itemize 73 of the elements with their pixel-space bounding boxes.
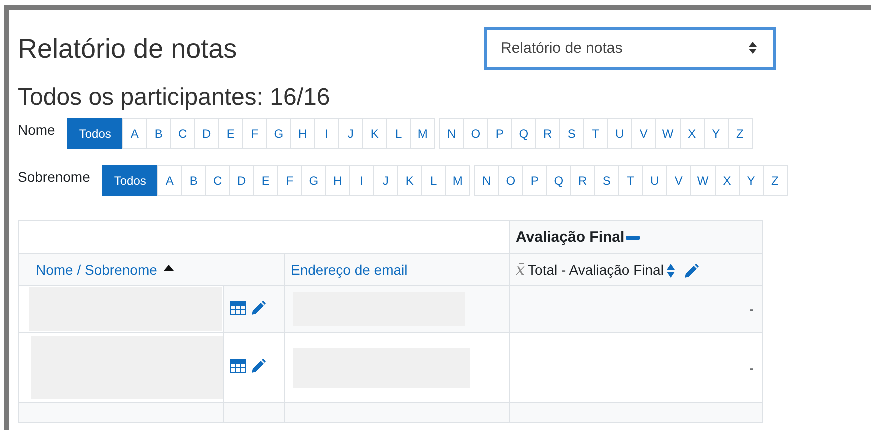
initial-filter-button[interactable]: T: [618, 165, 644, 196]
initial-filter-button[interactable]: S: [559, 118, 584, 149]
initial-filter-button[interactable]: D: [229, 165, 254, 196]
initial-filter-button[interactable]: H: [290, 118, 316, 149]
initial-filter-button[interactable]: I: [349, 165, 374, 196]
page-title: Relatório de notas: [18, 34, 238, 64]
table-icon[interactable]: [230, 300, 246, 314]
pencil-icon[interactable]: [252, 359, 266, 373]
initial-filter-button[interactable]: O: [463, 118, 488, 149]
initial-filter-button[interactable]: M: [410, 118, 436, 149]
grade-cell: -: [749, 360, 754, 376]
initial-filter-button[interactable]: K: [397, 165, 422, 196]
initial-filter-button[interactable]: B: [181, 165, 206, 196]
report-select[interactable]: Relatório de notas: [484, 26, 776, 70]
initial-filter-button[interactable]: L: [421, 165, 446, 196]
initial-filter-button[interactable]: E: [218, 118, 244, 149]
initial-filter-button[interactable]: C: [170, 118, 196, 149]
initial-filter-button[interactable]: G: [266, 118, 292, 149]
initial-filter-button[interactable]: P: [522, 165, 548, 196]
initial-filter-button[interactable]: Z: [728, 118, 753, 149]
sort-up-icon: [164, 264, 174, 270]
initial-filter-button[interactable]: G: [301, 165, 326, 196]
mean-symbol: x̄: [516, 260, 526, 279]
updown-caret-icon: [749, 42, 757, 54]
initial-filter-button[interactable]: U: [607, 118, 632, 149]
initial-filter-button[interactable]: Q: [511, 118, 536, 149]
grade-item-heading: Total - Avaliação Final: [528, 262, 664, 278]
initial-filter-button[interactable]: L: [386, 118, 412, 149]
participants-heading: Todos os participantes: 16/16: [18, 84, 332, 112]
initial-filter-button[interactable]: Y: [738, 165, 764, 196]
initial-filter-button[interactable]: F: [277, 165, 302, 196]
initial-filter-button[interactable]: K: [362, 118, 388, 149]
initial-filter-button[interactable]: I: [314, 118, 340, 149]
initial-filter-button[interactable]: Q: [546, 165, 572, 196]
initial-filter-button[interactable]: O: [498, 165, 524, 196]
initial-filter-button[interactable]: P: [487, 118, 512, 149]
category-heading: Avaliação Final: [516, 228, 625, 246]
initial-filter-button[interactable]: X: [714, 165, 740, 196]
initial-filter-button[interactable]: Todos: [102, 165, 158, 196]
table-icon[interactable]: [230, 359, 246, 373]
pencil-icon[interactable]: [252, 300, 266, 314]
initial-filter-button[interactable]: F: [242, 118, 268, 149]
filter-label: Sobrenome: [18, 168, 90, 184]
initial-filter-button[interactable]: W: [690, 165, 716, 196]
initial-filter-button[interactable]: H: [325, 165, 350, 196]
initial-filter-button[interactable]: Todos: [67, 118, 124, 149]
initial-filter-button[interactable]: C: [205, 165, 230, 196]
initial-filter-button[interactable]: M: [445, 165, 470, 196]
initial-filter-button[interactable]: V: [666, 165, 692, 196]
initial-filter-button[interactable]: X: [680, 118, 705, 149]
initial-filter-button[interactable]: N: [439, 118, 464, 149]
initial-filter-button[interactable]: Y: [704, 118, 729, 149]
initial-filter-button[interactable]: V: [631, 118, 656, 149]
initial-filter-button[interactable]: A: [122, 118, 148, 149]
filter-label: Nome: [18, 122, 56, 138]
collapse-icon[interactable]: [626, 236, 640, 240]
initial-filter-button[interactable]: U: [642, 165, 668, 196]
initial-filter-button[interactable]: T: [583, 118, 608, 149]
grade-cell: -: [749, 301, 754, 317]
initial-filter-button[interactable]: D: [194, 118, 220, 149]
initial-filter-button[interactable]: Z: [762, 165, 788, 196]
initial-filter-button[interactable]: S: [594, 165, 620, 196]
initial-filter-button[interactable]: N: [474, 165, 500, 196]
initial-filter-button[interactable]: J: [338, 118, 364, 149]
initial-filter-button[interactable]: W: [655, 118, 681, 149]
initial-filter-button[interactable]: E: [253, 165, 278, 196]
pencil-icon[interactable]: [684, 264, 699, 278]
initial-filter-button[interactable]: R: [570, 165, 596, 196]
initial-filter-button[interactable]: B: [146, 118, 172, 149]
initial-filter-button[interactable]: J: [373, 165, 398, 196]
initial-filter-button[interactable]: R: [535, 118, 560, 149]
sort-icon[interactable]: [666, 264, 675, 278]
initial-filter-button[interactable]: A: [157, 165, 182, 196]
